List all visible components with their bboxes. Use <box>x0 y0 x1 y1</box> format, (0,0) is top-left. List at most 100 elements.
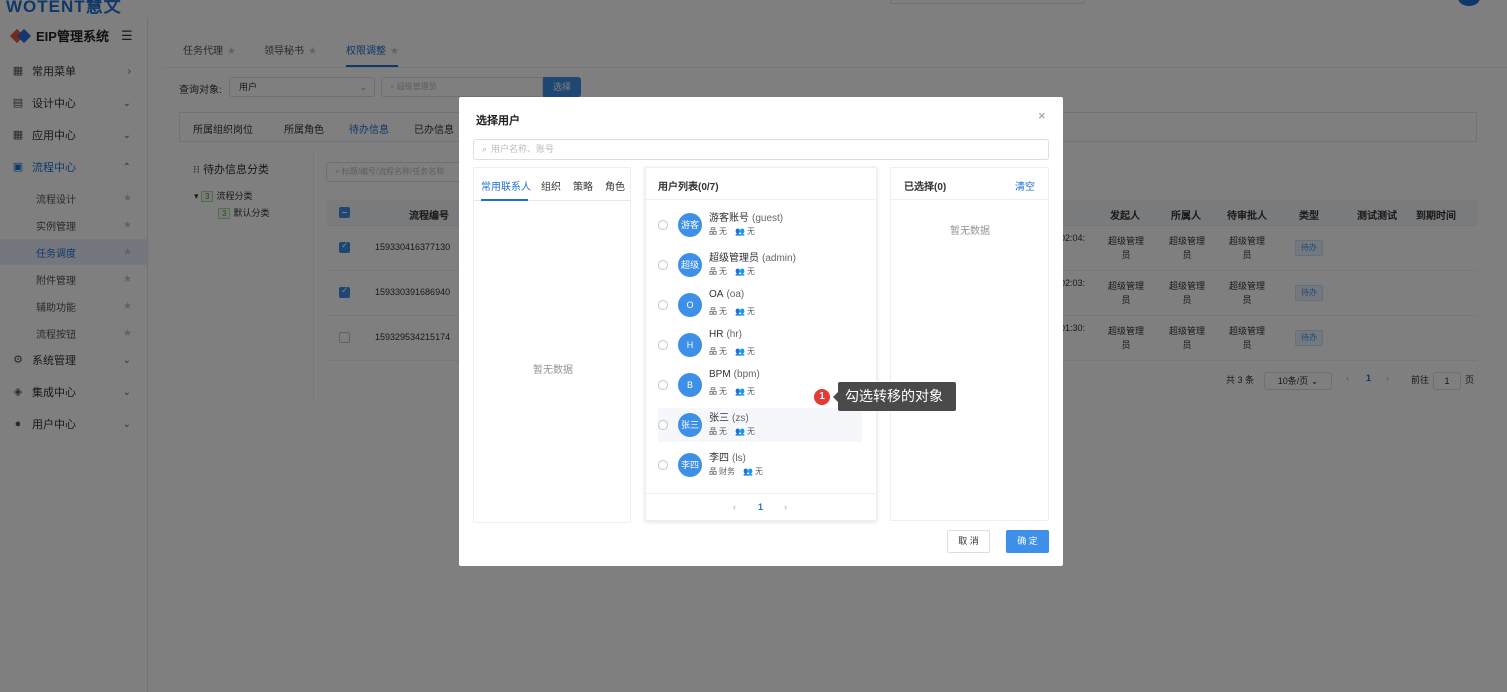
list-item[interactable]: 李四 李四(ls) 品财务👥无 <box>658 448 862 482</box>
list-item[interactable]: O OA(oa) 品无👥无 <box>658 288 862 322</box>
source-panel: 常用联系人 组织 策略 角色 暂无数据 <box>473 167 631 523</box>
user-org: 财务 <box>719 467 735 476</box>
user-list-title: 用户列表(0/7) <box>658 178 719 193</box>
user-meta: 品无👥无 <box>709 426 755 437</box>
search-icon: ⌕ <box>482 144 487 154</box>
role-icon: 👥 <box>735 307 745 316</box>
role-icon: 👥 <box>735 387 745 396</box>
user-org: 无 <box>719 347 727 356</box>
close-icon[interactable]: × <box>1038 108 1046 123</box>
user-account: (hr) <box>726 329 742 340</box>
role-icon: 👥 <box>735 267 745 276</box>
user-role: 无 <box>755 467 763 476</box>
user-account: (admin) <box>762 253 796 264</box>
user-account: (ls) <box>732 453 746 464</box>
selected-header: 已选择(0) 清空 <box>891 168 1048 200</box>
user-radio[interactable] <box>658 300 668 310</box>
annotation-tooltip: 勾选转移的对象 <box>838 382 956 411</box>
user-role: 无 <box>747 347 755 356</box>
user-org: 无 <box>719 387 727 396</box>
org-icon: 品 <box>709 347 717 356</box>
tab-frequent-contacts[interactable]: 常用联系人 <box>481 178 531 193</box>
tab-role[interactable]: 角色 <box>605 178 625 193</box>
avatar: 李四 <box>678 453 702 477</box>
user-account: (guest) <box>752 213 783 224</box>
next-page-icon[interactable]: › <box>784 502 787 512</box>
user-role: 无 <box>747 227 755 236</box>
user-name: HR(hr) <box>709 329 742 340</box>
list-item[interactable]: 超级 超级管理员(admin) 品无👥无 <box>658 248 862 282</box>
list-item[interactable]: 张三 张三(zs) 品无👥无 <box>658 408 862 442</box>
user-meta: 品无👥无 <box>709 346 755 357</box>
user-radio[interactable] <box>658 420 668 430</box>
avatar: B <box>678 373 702 397</box>
org-icon: 品 <box>709 267 717 276</box>
empty-text: 暂无数据 <box>950 222 990 237</box>
tab-active-indicator <box>481 199 528 201</box>
user-name: 张三(zs) <box>709 409 749 424</box>
user-role: 无 <box>747 267 755 276</box>
user-role: 无 <box>747 307 755 316</box>
avatar: 张三 <box>678 413 702 437</box>
org-icon: 品 <box>709 427 717 436</box>
user-meta: 品无👥无 <box>709 266 755 277</box>
selected-panel: 已选择(0) 清空 暂无数据 <box>890 167 1049 521</box>
user-meta: 品财务 👥无 <box>709 466 763 477</box>
user-radio[interactable] <box>658 220 668 230</box>
role-icon: 👥 <box>735 347 745 356</box>
user-meta: 品无👥无 <box>709 306 755 317</box>
user-radio[interactable] <box>658 340 668 350</box>
org-icon: 品 <box>709 227 717 236</box>
org-icon: 品 <box>709 387 717 396</box>
user-name-text: 超级管理员 <box>709 253 759 264</box>
user-name: 游客账号(guest) <box>709 209 783 224</box>
role-icon: 👥 <box>735 427 745 436</box>
avatar: 超级 <box>678 253 702 277</box>
user-name-text: OA <box>709 289 723 300</box>
user-name-text: 李四 <box>709 453 729 464</box>
user-account: (zs) <box>732 413 749 424</box>
dialog-title: 选择用户 <box>476 112 520 128</box>
avatar: O <box>678 293 702 317</box>
user-name: 李四(ls) <box>709 449 746 464</box>
user-radio[interactable] <box>658 460 668 470</box>
clear-button[interactable]: 清空 <box>1015 178 1035 193</box>
user-meta: 品无👥无 <box>709 226 755 237</box>
user-radio[interactable] <box>658 260 668 270</box>
prev-page-icon[interactable]: ‹ <box>733 502 736 512</box>
user-meta: 品无👥无 <box>709 386 755 397</box>
user-org: 无 <box>719 307 727 316</box>
select-user-dialog: 选择用户 × ⌕用户名称、账号 常用联系人 组织 策略 角色 暂无数据 用户列表… <box>459 97 1063 566</box>
selected-title: 已选择(0) <box>904 178 946 193</box>
user-radio[interactable] <box>658 380 668 390</box>
user-name-text: 张三 <box>709 413 729 424</box>
tab-organization[interactable]: 组织 <box>541 178 561 193</box>
step-badge: 1 <box>814 389 830 405</box>
role-icon: 👥 <box>743 467 753 476</box>
user-role: 无 <box>747 387 755 396</box>
page-number[interactable]: 1 <box>758 502 763 512</box>
tab-strategy[interactable]: 策略 <box>573 178 593 193</box>
list-item[interactable]: 游客 游客账号(guest) 品无👥无 <box>658 208 862 242</box>
user-list-panel: 用户列表(0/7) 游客 游客账号(guest) 品无👥无 超级 超级管理员(a… <box>645 167 877 521</box>
empty-text: 暂无数据 <box>533 361 573 376</box>
user-list-header: 用户列表(0/7) <box>646 168 876 200</box>
user-org: 无 <box>719 427 727 436</box>
user-list-pager: ‹ 1 › <box>646 493 876 521</box>
user-name-text: 游客账号 <box>709 213 749 224</box>
role-icon: 👥 <box>735 227 745 236</box>
user-search-input[interactable]: ⌕用户名称、账号 <box>473 139 1049 160</box>
user-org: 无 <box>719 227 727 236</box>
user-account: (bpm) <box>734 369 760 380</box>
user-role: 无 <box>747 427 755 436</box>
confirm-button[interactable]: 确 定 <box>1006 530 1049 553</box>
user-name-text: BPM <box>709 369 731 380</box>
cancel-button[interactable]: 取 消 <box>947 530 990 553</box>
avatar: H <box>678 333 702 357</box>
user-account: (oa) <box>726 289 744 300</box>
user-name: 超级管理员(admin) <box>709 249 796 264</box>
org-icon: 品 <box>709 467 717 476</box>
list-item[interactable]: B BPM(bpm) 品无👥无 <box>658 368 862 402</box>
org-icon: 品 <box>709 307 717 316</box>
list-item[interactable]: H HR(hr) 品无👥无 <box>658 328 862 362</box>
